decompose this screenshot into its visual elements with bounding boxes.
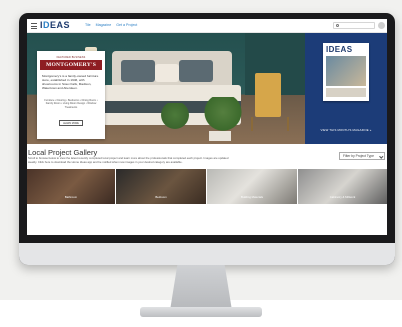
menu-icon[interactable]	[31, 23, 37, 29]
search-icon	[336, 24, 339, 27]
plant-image	[203, 97, 243, 135]
nav-link-tile[interactable]: Tile	[85, 23, 91, 27]
gallery-tile-cabinetry[interactable]: Cabinetry & Millwork	[298, 169, 387, 204]
view-magazine-link[interactable]: VIEW THIS MONTH'S MAGAZINE »	[309, 128, 383, 132]
account-icon[interactable]	[378, 22, 385, 29]
hero-banner: FEATURED BUSINESS MONTGOMERY'S Montgomer…	[27, 33, 305, 144]
monitor-base	[140, 307, 262, 317]
desktop-monitor: IDEAS Tile Magazine Get a Project FEATUR…	[19, 13, 395, 265]
gallery-tile-label: Bathroom	[64, 195, 78, 199]
promo-brand-logo: MONTGOMERY'S	[40, 60, 102, 70]
magazine-cover-strip	[326, 88, 366, 97]
promo-tags: Furniture • Flooring • Bedrooms • Dining…	[44, 99, 98, 109]
plant-image	[161, 103, 189, 133]
gallery-tiles: Bathroom Bedroom Building Materials Cabi…	[27, 169, 387, 204]
gallery-tile-building-materials[interactable]: Building Materials	[207, 169, 297, 204]
magazine-cover-photo	[326, 56, 366, 86]
site-logo[interactable]: IDEAS	[40, 20, 70, 30]
chevron-down-icon	[378, 154, 383, 159]
chair-image	[251, 73, 289, 131]
pillow-image	[121, 60, 155, 82]
nav-link-magazine[interactable]: Magazine	[96, 23, 112, 27]
filter-label: Filter by Project Type	[343, 154, 374, 158]
planter-image	[209, 131, 231, 141]
pillow-image	[155, 64, 179, 82]
monitor-screen: IDEAS Tile Magazine Get a Project FEATUR…	[27, 19, 387, 235]
gallery-tile-bathroom[interactable]: Bathroom	[27, 169, 115, 204]
learn-more-button[interactable]: LEARN MORE	[59, 120, 83, 126]
promo-eyebrow: FEATURED BUSINESS	[56, 56, 86, 59]
stage: IDEAS Tile Magazine Get a Project FEATUR…	[0, 0, 402, 327]
gallery-tile-bedroom[interactable]: Bedroom	[116, 169, 206, 204]
nav-link-get-project[interactable]: Get a Project	[116, 23, 137, 27]
magazine-panel: IDEAS VIEW THIS MONTH'S MAGAZINE »	[305, 33, 387, 144]
search-input[interactable]	[333, 22, 375, 29]
top-nav: IDEAS Tile Magazine Get a Project	[27, 19, 387, 33]
gallery-tile-label: Cabinetry & Millwork	[329, 195, 356, 199]
promo-description: Montgomery's is a family-owned furniture…	[42, 74, 99, 91]
gallery-description: Scroll to browse below to view the lates…	[28, 156, 229, 164]
magazine-logo: IDEAS	[326, 45, 353, 54]
gallery-tile-label: Bedroom	[155, 195, 167, 199]
nav-links: Tile Magazine Get a Project	[85, 23, 141, 27]
project-type-filter[interactable]: Filter by Project Type	[339, 152, 385, 160]
pillow-image	[179, 60, 213, 82]
magazine-cover[interactable]: IDEAS	[323, 43, 369, 101]
monitor-chin	[19, 243, 395, 265]
featured-business-card: FEATURED BUSINESS MONTGOMERY'S Montgomer…	[37, 51, 105, 139]
gallery-tile-label: Building Materials	[240, 195, 264, 199]
